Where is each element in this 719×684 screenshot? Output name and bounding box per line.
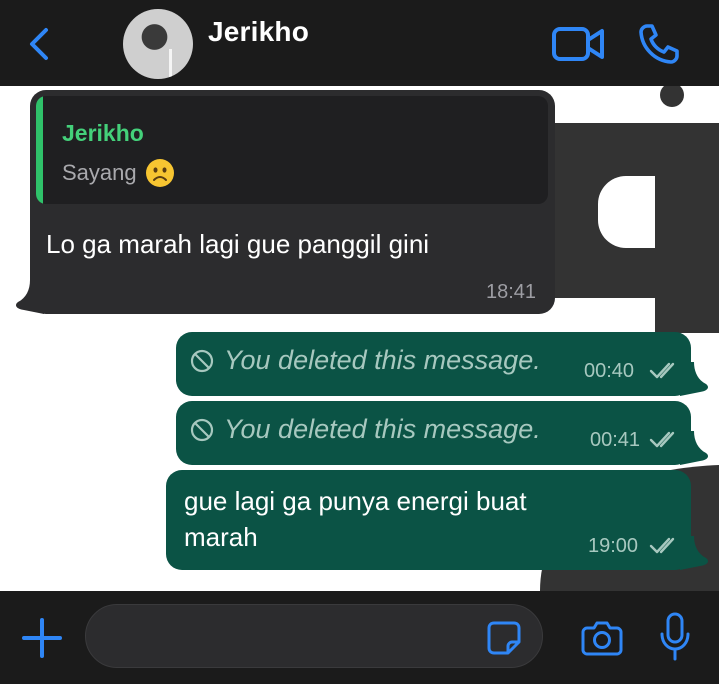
message-time: 00:41 <box>590 429 641 451</box>
quote-accent-bar <box>36 96 43 204</box>
quote-author: Jerikho <box>62 120 144 146</box>
prohibited-icon <box>190 349 214 372</box>
contact-avatar[interactable] <box>123 9 193 79</box>
prohibited-icon <box>190 418 214 441</box>
phone-icon[interactable] <box>638 23 682 65</box>
message-text: Lo ga marah lagi gue panggil gini <box>46 229 430 259</box>
message-text-line: gue lagi ga punya energi buat <box>184 486 527 516</box>
microphone-icon[interactable] <box>659 612 691 662</box>
deleted-message-text: You deleted this message. <box>224 345 541 375</box>
double-check-icon <box>649 431 675 448</box>
quoted-message[interactable]: Jerikho Sayang <box>36 96 548 204</box>
video-camera-icon[interactable] <box>552 25 604 63</box>
quote-text: Sayang <box>62 160 137 185</box>
message-time: 18:41 <box>486 281 537 303</box>
message-input[interactable] <box>85 604 543 668</box>
double-check-icon <box>649 362 675 379</box>
incoming-bubble-tail <box>16 280 44 314</box>
camera-icon[interactable] <box>581 619 623 657</box>
double-check-icon <box>649 537 675 554</box>
message-time: 19:00 <box>588 535 639 557</box>
sticker-icon[interactable] <box>486 620 522 656</box>
quote-text-row: Sayang <box>62 158 175 188</box>
deleted-message-text: You deleted this message. <box>224 414 541 444</box>
chat-header: Jerikho <box>0 0 719 86</box>
outgoing-bubble-tail <box>680 362 708 396</box>
message-text-line: marah <box>184 522 258 552</box>
contact-name[interactable]: Jerikho <box>208 16 309 48</box>
outgoing-bubble-tail <box>680 431 708 465</box>
plus-icon[interactable] <box>20 616 64 660</box>
deleted-message: You deleted this message. <box>190 414 541 445</box>
frowning-face-icon <box>145 159 174 187</box>
deleted-message: You deleted this message. <box>190 345 541 376</box>
message-time: 00:40 <box>584 360 635 382</box>
outgoing-bubble-tail <box>680 536 708 570</box>
back-chevron-icon[interactable] <box>24 24 54 64</box>
